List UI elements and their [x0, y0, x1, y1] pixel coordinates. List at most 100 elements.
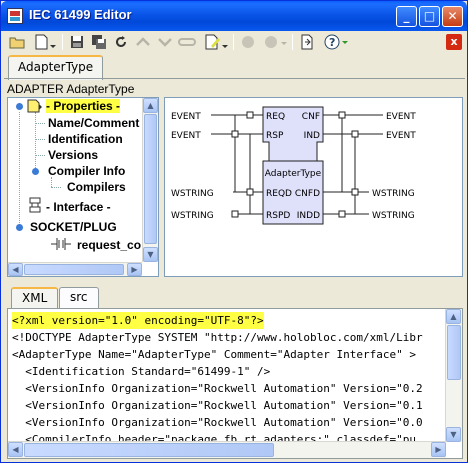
event-marker: [231, 130, 239, 138]
bottom-tab-strip: XML src: [7, 287, 463, 309]
scroll-down-button[interactable]: ▼: [143, 247, 158, 262]
block-name: AdapterType: [265, 169, 322, 179]
maximize-button[interactable]: □: [419, 6, 440, 27]
xml-line: <!DOCTYPE AdapterType SYSTEM "http://www…: [12, 331, 423, 344]
panel-splitter[interactable]: [4, 280, 465, 283]
save-icon[interactable]: [66, 32, 88, 52]
xml-line: <?xml version="1.0" encoding="UTF-8"?>: [12, 312, 264, 329]
close-icon[interactable]: x: [446, 34, 462, 50]
scroll-thumb[interactable]: [24, 443, 274, 457]
new-document-icon[interactable]: [32, 32, 58, 52]
interface-icon: [28, 197, 42, 216]
minimize-button[interactable]: _: [396, 6, 417, 27]
tab-src[interactable]: src: [59, 287, 99, 308]
socket-icon: [49, 235, 73, 256]
left-event-label: EVENT: [171, 131, 201, 141]
expand-handle[interactable]: [32, 168, 39, 175]
move-down-icon[interactable]: [154, 32, 176, 52]
output-label: CNF: [302, 112, 320, 122]
scroll-thumb[interactable]: [24, 264, 124, 275]
title-bar[interactable]: IEC 61499 Editor _ □ ✕: [1, 1, 467, 31]
open-folder-icon[interactable]: [6, 32, 28, 52]
output-label: CNFD: [295, 189, 320, 199]
tree-node-request[interactable]: request_co: [77, 238, 141, 252]
run-icon[interactable]: [261, 32, 289, 52]
tree-horizontal-scrollbar[interactable]: ◀ ▶: [8, 262, 142, 276]
expand-handle[interactable]: [16, 103, 23, 110]
tab-xml[interactable]: XML: [11, 287, 59, 309]
scroll-right-button[interactable]: ▶: [431, 442, 446, 457]
tree-node-socket-plug[interactable]: SOCKET/PLUG: [30, 220, 117, 234]
toolbar-separator: [233, 34, 234, 50]
stop-icon[interactable]: [237, 32, 259, 52]
xml-line: <VersionInfo Organization="Rockwell Auto…: [12, 399, 423, 412]
move-up-icon[interactable]: [132, 32, 154, 52]
edit-icon[interactable]: [202, 32, 230, 52]
event-marker: [246, 111, 254, 119]
app-icon: [7, 8, 23, 24]
xml-source-panel[interactable]: <?xml version="1.0" encoding="UTF-8"?> <…: [7, 308, 463, 459]
data-marker: [338, 210, 346, 218]
toolbar-separator: [292, 34, 293, 50]
tree-panel: - Properties - Name/Comment Identificati…: [7, 97, 159, 277]
input-label: REQD: [266, 189, 292, 199]
adapter-block[interactable]: [262, 106, 324, 225]
refresh-icon[interactable]: [110, 32, 132, 52]
scroll-thumb[interactable]: [447, 325, 461, 380]
tree-node-name-comment[interactable]: Name/Comment: [48, 116, 139, 130]
scroll-left-button[interactable]: ◀: [8, 442, 23, 457]
tree-vertical-scrollbar[interactable]: ▲ ▼: [142, 98, 158, 262]
tree-connector: [19, 112, 20, 227]
interface-diagram[interactable]: EVENT EVENT WSTRING WSTRING EVENT EVENT …: [164, 97, 463, 277]
xml-line: <VersionInfo Organization="Rockwell Auto…: [12, 416, 423, 429]
tree-node-compilers[interactable]: Compilers: [67, 180, 126, 194]
input-label: RSPD: [266, 211, 290, 221]
input-label: RSP: [266, 131, 284, 141]
data-marker: [231, 210, 239, 218]
data-marker: [246, 188, 254, 196]
tab-divider: [4, 78, 465, 79]
left-data-label: WSTRING: [171, 211, 214, 221]
tree-node-properties[interactable]: - Properties -: [46, 99, 121, 113]
data-marker: [351, 188, 359, 196]
document-icon[interactable]: [296, 32, 318, 52]
xml-line: <AdapterType Name="AdapterType" Comment=…: [12, 348, 416, 361]
right-event-label: EVENT: [386, 131, 416, 141]
scroll-up-button[interactable]: ▲: [143, 98, 158, 113]
save-all-icon[interactable]: [88, 32, 110, 52]
output-label: IND: [304, 131, 320, 141]
diagram-canvas: EVENT EVENT WSTRING WSTRING EVENT EVENT …: [171, 106, 416, 225]
scroll-up-button[interactable]: ▲: [446, 309, 461, 324]
output-label: INDD: [297, 211, 320, 221]
toolbar-separator: [62, 34, 63, 50]
tree-node-interface[interactable]: - Interface -: [46, 200, 111, 214]
svg-text:?: ?: [329, 36, 335, 49]
scroll-down-button[interactable]: ▼: [446, 427, 461, 442]
scroll-right-button[interactable]: ▶: [127, 263, 142, 276]
xml-horizontal-scrollbar[interactable]: ◀ ▶: [8, 441, 446, 458]
new-type-icon[interactable]: [176, 32, 200, 52]
tree-connector: [35, 139, 45, 140]
input-label: REQ: [266, 112, 285, 122]
xml-vertical-scrollbar[interactable]: ▲ ▼: [445, 309, 462, 442]
help-icon[interactable]: ?: [322, 32, 350, 52]
left-event-label: EVENT: [171, 112, 201, 122]
scroll-left-button[interactable]: ◀: [8, 263, 23, 276]
tree-connector: [51, 187, 61, 188]
window-title: IEC 61499 Editor: [29, 7, 132, 22]
tree-node-compiler-info[interactable]: Compiler Info: [48, 164, 125, 178]
editor-window: IEC 61499 Editor _ □ ✕ ? x AdapterType A…: [0, 0, 468, 463]
expand-handle[interactable]: [16, 224, 23, 231]
tree-connector: [35, 123, 45, 124]
scroll-thumb[interactable]: [144, 114, 157, 244]
close-button[interactable]: ✕: [442, 6, 463, 27]
tab-adapter-type[interactable]: AdapterType: [8, 55, 104, 80]
tree-node-identification[interactable]: Identification: [48, 132, 123, 146]
tab-strip: AdapterType: [4, 55, 464, 80]
xml-line: <Identification Standard="61499-1" />: [12, 365, 271, 378]
xml-text[interactable]: <?xml version="1.0" encoding="UTF-8"?> <…: [8, 309, 446, 442]
tree-node-versions[interactable]: Versions: [48, 148, 98, 162]
properties-icon: [27, 99, 43, 116]
right-data-label: WSTRING: [372, 211, 415, 221]
right-data-label: WSTRING: [372, 189, 415, 199]
